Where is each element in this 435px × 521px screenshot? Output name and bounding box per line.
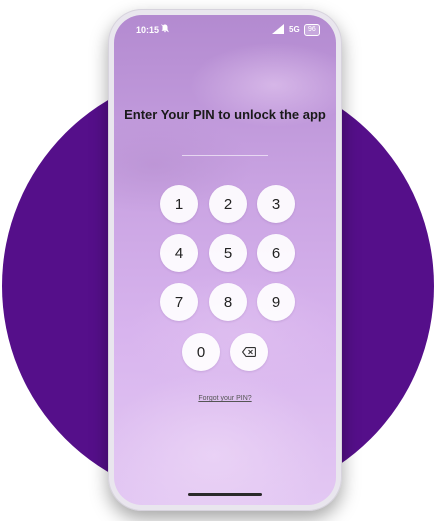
phone-screen: 10:15 5G 96 Enter Your PIN to unlock the… bbox=[114, 15, 336, 505]
home-indicator[interactable] bbox=[188, 493, 262, 496]
status-time: 10:15 bbox=[136, 25, 160, 35]
signal-icon bbox=[272, 24, 284, 34]
bell-off-icon bbox=[161, 24, 169, 35]
forgot-pin-link[interactable]: Forgot your PIN? bbox=[114, 395, 336, 402]
keypad-key-4[interactable]: 4 bbox=[160, 234, 198, 272]
keypad-key-2[interactable]: 2 bbox=[209, 185, 247, 223]
battery-indicator: 96 bbox=[304, 24, 320, 36]
backspace-icon bbox=[242, 344, 256, 361]
keypad-key-9[interactable]: 9 bbox=[257, 283, 295, 321]
keypad-key-0[interactable]: 0 bbox=[182, 333, 220, 371]
page-title: Enter Your PIN to unlock the app bbox=[124, 107, 326, 122]
backspace-button[interactable] bbox=[230, 333, 268, 371]
network-type: 5G bbox=[289, 25, 300, 34]
keypad-key-6[interactable]: 6 bbox=[257, 234, 295, 272]
keypad-key-1[interactable]: 1 bbox=[160, 185, 198, 223]
keypad-key-3[interactable]: 3 bbox=[257, 185, 295, 223]
keypad-key-8[interactable]: 8 bbox=[209, 283, 247, 321]
pin-entry-field[interactable] bbox=[182, 155, 268, 156]
status-bar: 10:15 5G 96 bbox=[114, 15, 336, 45]
keypad-key-7[interactable]: 7 bbox=[160, 283, 198, 321]
keypad-key-5[interactable]: 5 bbox=[209, 234, 247, 272]
